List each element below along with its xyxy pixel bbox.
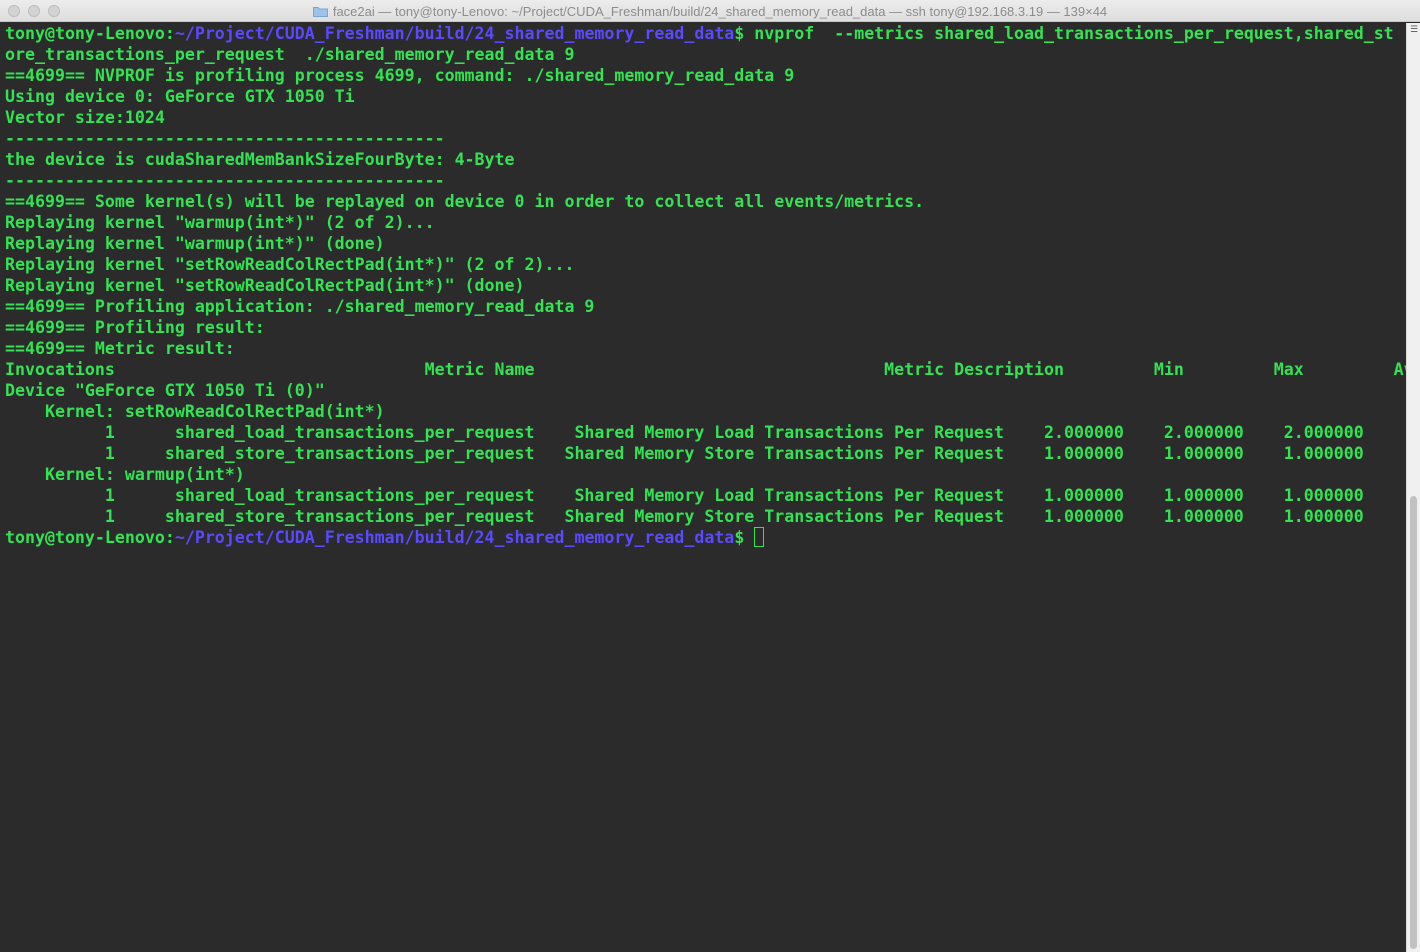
output-line: the device is cudaSharedMemBankSizeFourB… [5,150,515,169]
kernel-line: Kernel: warmup(int*) [5,465,245,484]
output-line: ==4699== Profiling result: [5,318,265,337]
output-line: Replaying kernel "warmup(int*)" (done) [5,234,385,253]
terminal-window: face2ai — tony@tony-Lenovo: ~/Project/CU… [0,0,1420,952]
metric-row: 1 shared_load_transactions_per_request S… [5,486,1364,505]
device-line: Device "GeForce GTX 1050 Ti (0)" [5,381,325,400]
output-line: ==4699== Profiling application: ./shared… [5,297,595,316]
prompt-user: tony@tony-Lenovo: [5,528,175,547]
prompt-path: ~/Project/CUDA_Freshman/build/24_shared_… [174,528,735,547]
output-line: Replaying kernel "setRowReadColRectPad(i… [5,255,575,274]
command-text: nvprof --metrics shared_load_transaction… [754,24,1394,43]
terminal-output[interactable]: tony@tony-Lenovo:~/Project/CUDA_Freshman… [0,23,1406,952]
output-line: Replaying kernel "setRowReadColRectPad(i… [5,276,525,295]
output-line: Replaying kernel "warmup(int*)" (2 of 2)… [5,213,435,232]
window-title: face2ai — tony@tony-Lenovo: ~/Project/CU… [332,3,1108,19]
scrollbar-thumb[interactable] [1410,496,1417,949]
text-cursor[interactable] [754,527,765,547]
folder-icon [312,6,328,17]
metric-row: 1 shared_load_transactions_per_request S… [5,423,1364,442]
output-line: Using device 0: GeForce GTX 1050 Ti [5,87,355,106]
metric-row: 1 shared_store_transactions_per_request … [5,507,1364,526]
kernel-line: Kernel: setRowReadColRectPad(int*) [5,402,385,421]
window-title-group: face2ai — tony@tony-Lenovo: ~/Project/CU… [0,0,1420,22]
terminal-lines: tony@tony-Lenovo:~/Project/CUDA_Freshman… [5,23,1406,548]
output-line: ore_transactions_per_request ./shared_me… [5,45,575,64]
title-bar[interactable]: face2ai — tony@tony-Lenovo: ~/Project/CU… [0,0,1420,22]
prompt-symbol: $ [734,528,755,547]
metric-table-header: Invocations Metric Name Metric Descripti… [5,360,1406,379]
prompt-symbol: $ [734,24,755,43]
current-prompt-line[interactable]: tony@tony-Lenovo:~/Project/CUDA_Freshman… [5,527,1406,548]
prompt-user: tony@tony-Lenovo: [5,24,175,43]
vertical-scrollbar[interactable]: ☰ [1406,23,1420,952]
output-line: ==4699== NVPROF is profiling process 469… [5,66,795,85]
output-line: Vector size:1024 [5,108,165,127]
command-line: tony@tony-Lenovo:~/Project/CUDA_Freshman… [5,23,1406,44]
output-line: ==4699== Metric result: [5,339,235,358]
output-line: ==4699== Some kernel(s) will be replayed… [5,192,925,211]
output-line: ----------------------------------------… [5,129,445,148]
prompt-path: ~/Project/CUDA_Freshman/build/24_shared_… [174,24,735,43]
output-line: ----------------------------------------… [5,171,445,190]
metric-row: 1 shared_store_transactions_per_request … [5,444,1364,463]
scroll-menu-icon[interactable]: ☰ [1410,26,1418,35]
